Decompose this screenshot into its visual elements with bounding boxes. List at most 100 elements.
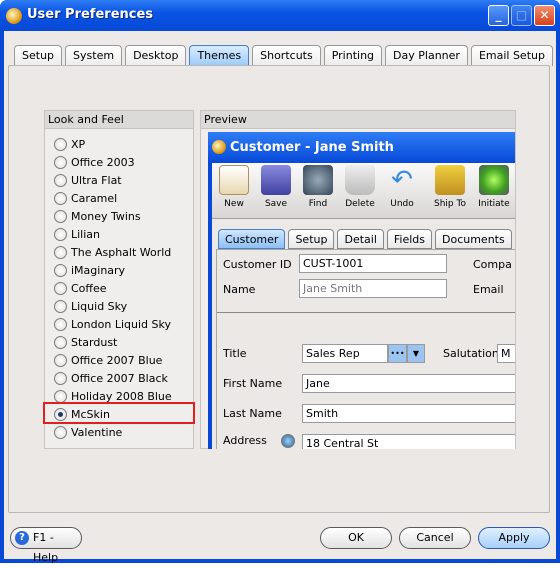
radio-button[interactable] xyxy=(54,209,67,223)
ok-button[interactable]: OK xyxy=(320,527,392,549)
radio-button[interactable] xyxy=(54,155,67,169)
theme-option-office-2007-black[interactable]: Office 2007 Black xyxy=(54,369,168,387)
theme-option-label: iMaginary xyxy=(71,263,126,277)
preview-window-title: Customer - Jane Smith xyxy=(208,132,515,163)
new-icon xyxy=(219,165,249,195)
look-and-feel-heading: Look and Feel xyxy=(45,111,193,129)
help-button[interactable]: ? F1 - Help xyxy=(10,527,82,564)
toolbar-new[interactable]: New xyxy=(214,165,254,209)
radio-button[interactable] xyxy=(54,281,67,295)
toolbar-label: Save xyxy=(264,199,288,209)
radio-button[interactable] xyxy=(54,173,67,187)
address-field[interactable]: 18 Central St xyxy=(302,434,515,449)
customer-id-field[interactable]: CUST-1001 xyxy=(299,254,447,273)
toolbar-undo[interactable]: ↶ Undo xyxy=(382,165,422,209)
title-more-button[interactable]: ••• xyxy=(388,344,407,363)
theme-option-label: Valentine xyxy=(71,425,123,439)
theme-option-stardust[interactable]: Stardust xyxy=(54,333,117,351)
radio-button[interactable] xyxy=(54,425,67,439)
radio-button[interactable] xyxy=(54,137,67,151)
customer-id-label: Customer ID xyxy=(223,258,292,271)
title-bar[interactable]: User Preferences _ □ ✕ xyxy=(0,0,560,31)
theme-option-lilian[interactable]: Lilian xyxy=(54,225,100,243)
salutation-label: Salutation xyxy=(443,347,499,360)
theme-option-caramel[interactable]: Caramel xyxy=(54,189,117,207)
preview-tab-fields[interactable]: Fields xyxy=(386,229,432,249)
toolbar-delete[interactable]: Delete xyxy=(340,165,380,209)
last-name-field[interactable]: Smith xyxy=(302,404,515,423)
theme-option-label: The Asphalt World xyxy=(71,245,172,259)
toolbar-find[interactable]: Find xyxy=(298,165,338,209)
radio-button[interactable] xyxy=(54,227,67,241)
theme-option-valentine[interactable]: Valentine xyxy=(54,423,122,441)
tab-day-planner[interactable]: Day Planner xyxy=(385,45,468,66)
forklift-icon xyxy=(435,165,465,195)
radio-button[interactable] xyxy=(54,299,67,313)
selection-highlight xyxy=(43,402,195,424)
radio-button[interactable] xyxy=(54,389,67,403)
theme-option-money-twins[interactable]: Money Twins xyxy=(54,207,141,225)
theme-option-xp[interactable]: XP xyxy=(54,135,85,153)
tab-setup[interactable]: Setup xyxy=(14,45,63,66)
toolbar-label: Initiate xyxy=(478,199,510,209)
title-field[interactable]: Sales Rep xyxy=(302,344,388,363)
radio-button[interactable] xyxy=(54,371,67,385)
theme-option-office-2007-blue[interactable]: Office 2007 Blue xyxy=(54,351,162,369)
preview-heading: Preview xyxy=(201,111,515,129)
radio-button[interactable] xyxy=(54,353,67,367)
preview-toolbar: New Save Find Delete ↶ Undo Ship To Initi… xyxy=(212,163,515,219)
theme-option-office-2003[interactable]: Office 2003 xyxy=(54,153,135,171)
theme-option-london-liquid-sky[interactable]: London Liquid Sky xyxy=(54,315,171,333)
radio-button[interactable] xyxy=(54,245,67,259)
theme-option-label: Office 2003 xyxy=(71,155,135,169)
cancel-button[interactable]: Cancel xyxy=(399,527,471,549)
tab-desktop[interactable]: Desktop xyxy=(125,45,187,66)
theme-option-liquid-sky[interactable]: Liquid Sky xyxy=(54,297,127,315)
salutation-field[interactable]: M xyxy=(497,344,515,363)
maximize-button[interactable]: □ xyxy=(511,5,532,26)
first-name-field[interactable]: Jane xyxy=(302,374,515,393)
radio-button[interactable] xyxy=(54,263,67,277)
preview-tab-documents[interactable]: Documents xyxy=(435,229,512,249)
preview-tab-detail[interactable]: Detail xyxy=(337,229,384,249)
name-label: Name xyxy=(223,283,256,296)
preview-tab-setup[interactable]: Setup xyxy=(288,229,335,249)
theme-option-the-asphalt-world[interactable]: The Asphalt World xyxy=(54,243,171,261)
globe-icon[interactable] xyxy=(281,434,295,448)
toolbar-ship-to[interactable]: Ship To xyxy=(430,165,470,209)
title-dropdown-button[interactable]: ▼ xyxy=(407,344,425,363)
toolbar-label: Ship To xyxy=(434,199,466,209)
floppy-icon xyxy=(261,165,291,195)
window-title: User Preferences xyxy=(27,7,154,22)
toolbar-label: Find xyxy=(308,199,328,209)
tab-bar: Setup System Desktop Themes Shortcuts Pr… xyxy=(14,45,553,66)
theme-option-label: Office 2007 Blue xyxy=(71,353,163,367)
radio-button[interactable] xyxy=(54,335,67,349)
tab-printing[interactable]: Printing xyxy=(323,45,383,66)
minimize-button[interactable]: _ xyxy=(488,5,509,26)
binoculars-icon xyxy=(303,165,333,195)
theme-option-coffee[interactable]: Coffee xyxy=(54,279,107,297)
apply-button[interactable]: Apply xyxy=(478,527,550,549)
toolbar-initiate[interactable]: Initiate xyxy=(474,165,514,209)
preview-tabs: Customer Setup Detail Fields Documents xyxy=(218,229,512,249)
theme-option-label: Liquid Sky xyxy=(71,299,128,313)
tab-themes[interactable]: Themes xyxy=(189,45,250,66)
tab-system[interactable]: System xyxy=(65,45,123,66)
tab-email-setup[interactable]: Email Setup xyxy=(470,45,553,66)
tab-shortcuts[interactable]: Shortcuts xyxy=(252,45,321,66)
theme-option-imaginary[interactable]: iMaginary xyxy=(54,261,125,279)
help-label: F1 - Help xyxy=(33,531,59,564)
dialog-client: Setup System Desktop Themes Shortcuts Pr… xyxy=(4,31,556,564)
toolbar-save[interactable]: Save xyxy=(256,165,296,209)
look-and-feel-group: Look and Feel XP Office 2003 Ultra Flat Car… xyxy=(43,110,195,449)
traffic-light-icon xyxy=(479,165,509,195)
radio-button[interactable] xyxy=(54,191,67,205)
theme-option-ultra-flat[interactable]: Ultra Flat xyxy=(54,171,122,189)
close-button[interactable]: ✕ xyxy=(534,5,555,26)
preview-tab-customer[interactable]: Customer xyxy=(218,229,286,249)
name-field[interactable]: Jane Smith xyxy=(299,279,447,298)
toolbar-label: New xyxy=(224,199,244,209)
help-icon: ? xyxy=(15,531,29,545)
radio-button[interactable] xyxy=(54,317,67,331)
